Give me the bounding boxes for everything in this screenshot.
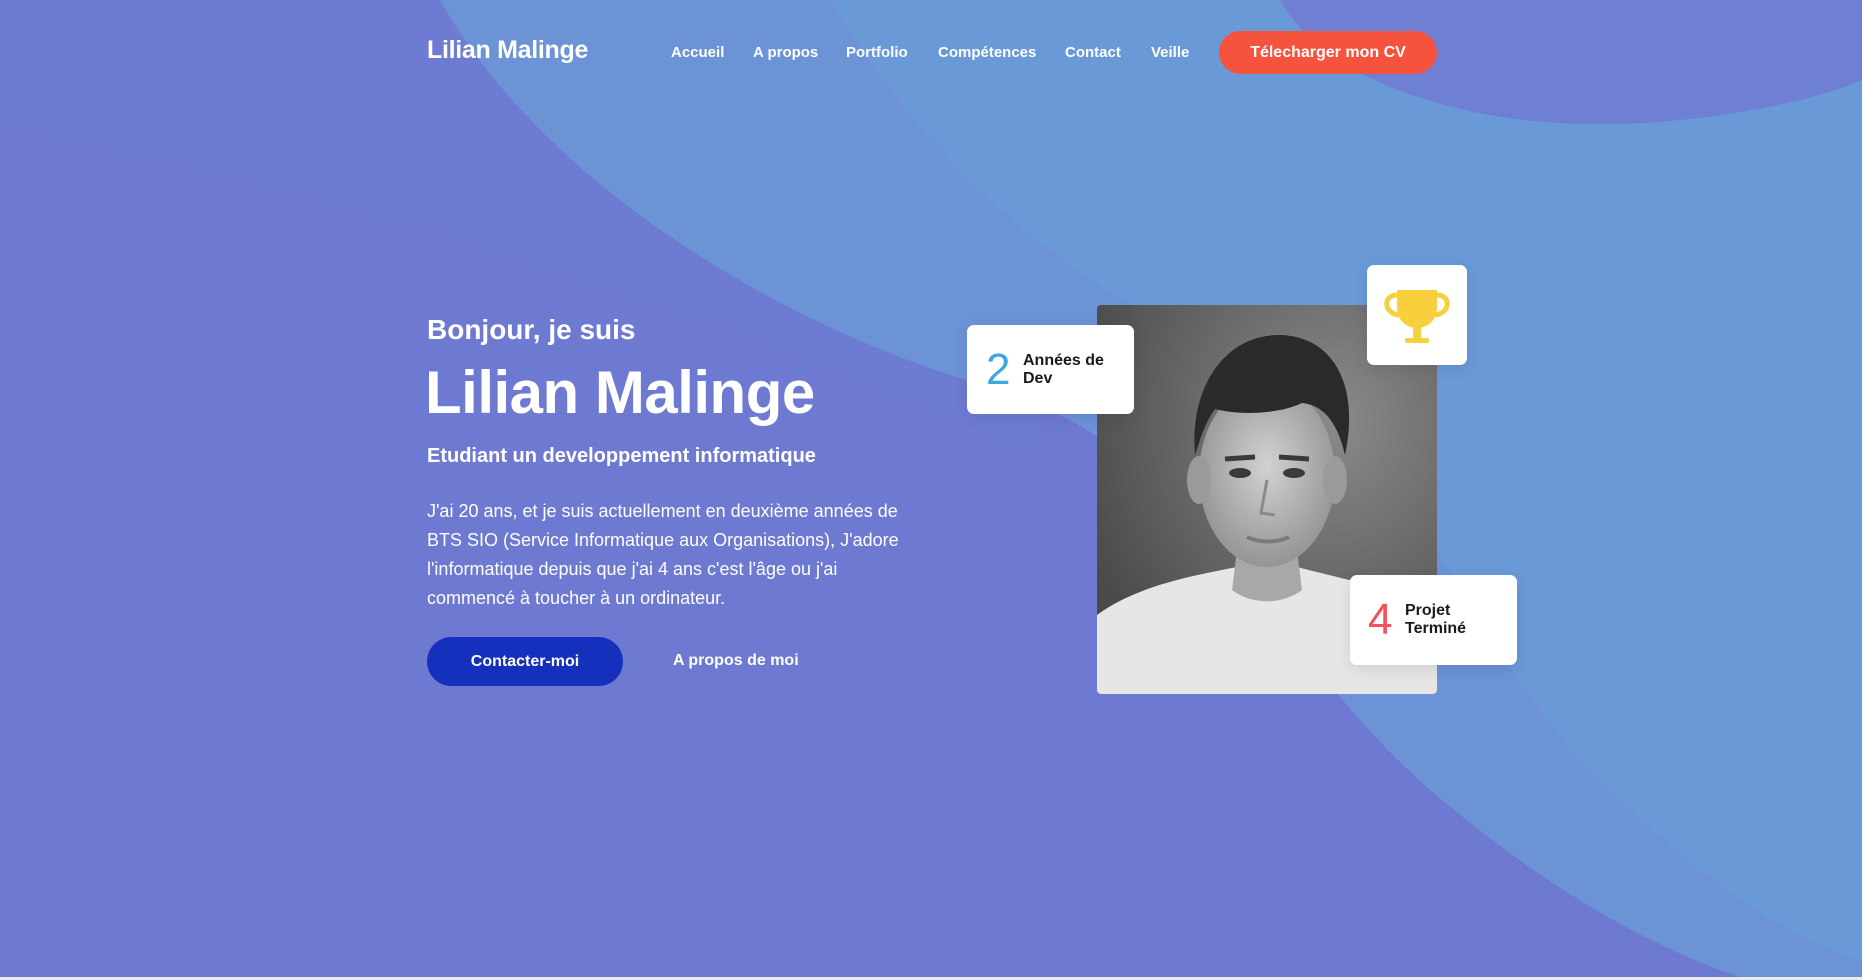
nav-accueil[interactable]: Accueil	[671, 44, 724, 61]
contact-button[interactable]: Contacter-moi	[427, 637, 623, 686]
trophy-card	[1367, 265, 1467, 365]
site-logo[interactable]: Lilian Malinge	[427, 36, 588, 65]
hero-section: Lilian Malinge Accueil A propos Portfoli…	[0, 0, 1862, 977]
trophy-icon	[1384, 290, 1450, 343]
about-link[interactable]: A propos de moi	[673, 652, 799, 670]
hero-subtitle: Etudiant un developpement informatique	[427, 445, 816, 467]
years-label: Années de Dev	[1023, 352, 1104, 387]
projects-value: 4	[1368, 595, 1393, 644]
years-stat-card: 2 Années de Dev	[967, 325, 1134, 414]
description-line: l'informatique depuis que j'ai 4 ans c'e…	[427, 559, 838, 579]
download-cv-button[interactable]: Télecharger mon CV	[1219, 31, 1437, 74]
description-line: BTS SIO (Service Informatique aux Organi…	[427, 530, 899, 550]
nav-competences[interactable]: Compétences	[938, 44, 1036, 61]
projects-label: Projet Terminé	[1405, 602, 1467, 637]
hero-description: J'ai 20 ans, et je suis actuellement en …	[427, 497, 927, 613]
hero-name: Lilian Malinge	[425, 359, 815, 426]
background-waves	[0, 0, 1862, 977]
years-value: 2	[986, 345, 1011, 394]
nav-contact[interactable]: Contact	[1065, 44, 1121, 61]
nav-portfolio[interactable]: Portfolio	[846, 44, 908, 61]
projects-stat-card: 4 Projet Terminé	[1350, 575, 1517, 665]
nav-veille[interactable]: Veille	[1151, 44, 1189, 61]
nav-a-propos[interactable]: A propos	[753, 44, 818, 61]
hero-greeting: Bonjour, je suis	[427, 314, 636, 345]
description-line: commencé à toucher à un ordinateur.	[427, 588, 726, 608]
description-line: J'ai 20 ans, et je suis actuellement en …	[427, 501, 898, 521]
